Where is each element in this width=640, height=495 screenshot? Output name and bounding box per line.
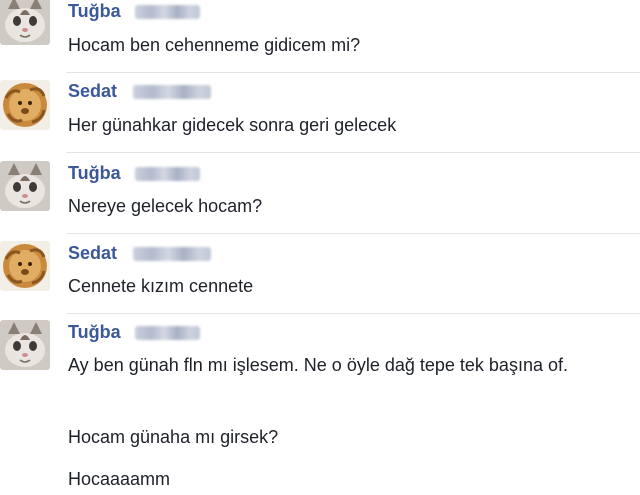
sender-name[interactable]: Tuğba <box>68 163 121 183</box>
message-divider <box>66 313 640 314</box>
blurred-surname <box>135 167 200 181</box>
sender-name[interactable]: Tuğba <box>68 322 121 342</box>
lion-avatar-icon[interactable] <box>0 80 50 130</box>
cat-avatar-icon[interactable] <box>0 320 50 370</box>
message-divider <box>66 233 640 234</box>
message-text: Hocam ben cehenneme gidicem mi? <box>68 35 361 55</box>
sender-name[interactable]: Sedat <box>68 81 117 101</box>
sender-name[interactable]: Tuğba <box>68 1 121 21</box>
blurred-surname <box>135 326 200 340</box>
message-text: Her günahkar gidecek sonra geri gelecek <box>68 115 397 135</box>
sender-name[interactable]: Sedat <box>68 243 117 263</box>
message-text: Cennete kızım cennete <box>68 276 254 296</box>
message-text: Hocaaaamm <box>68 469 171 489</box>
lion-avatar-icon[interactable] <box>0 241 50 291</box>
message-divider <box>66 72 640 73</box>
message-text: Hocam günaha mı girsek? <box>68 427 279 447</box>
blurred-surname <box>135 5 200 19</box>
cat-avatar-icon[interactable] <box>0 161 50 211</box>
message-text: Nereye gelecek hocam? <box>68 196 263 216</box>
cat-avatar-icon[interactable] <box>0 0 50 45</box>
blurred-surname <box>133 247 211 261</box>
message-text: Ay ben günah fln mı işlesem. Ne o öyle d… <box>68 355 568 375</box>
blurred-surname <box>133 85 211 99</box>
message-divider <box>66 152 640 153</box>
